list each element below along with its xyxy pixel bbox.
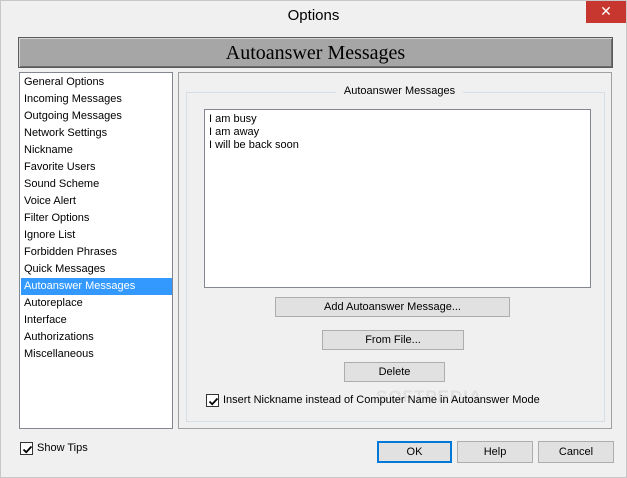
help-button[interactable]: Help xyxy=(457,441,533,463)
nav-item-incoming-messages[interactable]: Incoming Messages xyxy=(21,91,172,108)
nav-item-autoanswer-messages[interactable]: Autoanswer Messages xyxy=(21,278,172,295)
page-banner: Autoanswer Messages xyxy=(18,37,613,68)
options-dialog: Options ✕ Autoanswer Messages General Op… xyxy=(0,0,627,478)
list-item[interactable]: I am away xyxy=(209,126,586,139)
show-tips-option[interactable]: Show Tips xyxy=(20,441,120,457)
nav-item-network-settings[interactable]: Network Settings xyxy=(21,125,172,142)
page-title: Autoanswer Messages xyxy=(225,42,406,64)
nav-item-nickname[interactable]: Nickname xyxy=(21,142,172,159)
title-bar[interactable]: Options ✕ xyxy=(1,1,626,33)
autoanswer-message-list[interactable]: I am busy I am away I will be back soon xyxy=(204,109,591,288)
list-item[interactable]: I will be back soon xyxy=(209,139,586,152)
add-autoanswer-message-button[interactable]: Add Autoanswer Message... xyxy=(275,297,510,317)
close-icon: ✕ xyxy=(600,3,612,19)
ok-button[interactable]: OK xyxy=(377,441,452,463)
nav-item-interface[interactable]: Interface xyxy=(21,312,172,329)
checkmark-icon xyxy=(208,397,219,406)
nav-item-miscellaneous[interactable]: Miscellaneous xyxy=(21,346,172,363)
nav-item-quick-messages[interactable]: Quick Messages xyxy=(21,261,172,278)
show-tips-label: Show Tips xyxy=(37,442,88,454)
nav-item-ignore-list[interactable]: Ignore List xyxy=(21,227,172,244)
insert-nickname-option[interactable]: Insert Nickname instead of Computer Name… xyxy=(206,393,566,409)
list-item[interactable]: I am busy xyxy=(209,113,586,126)
show-tips-checkbox[interactable] xyxy=(20,442,33,455)
nav-item-forbidden-phrases[interactable]: Forbidden Phrases xyxy=(21,244,172,261)
nav-item-filter-options[interactable]: Filter Options xyxy=(21,210,172,227)
checkmark-icon xyxy=(22,445,33,454)
nav-item-general-options[interactable]: General Options xyxy=(21,74,172,91)
nav-item-voice-alert[interactable]: Voice Alert xyxy=(21,193,172,210)
insert-nickname-checkbox[interactable] xyxy=(206,394,219,407)
options-category-list[interactable]: General Options Incoming Messages Outgoi… xyxy=(19,72,173,429)
cancel-button[interactable]: Cancel xyxy=(538,441,614,463)
insert-nickname-label: Insert Nickname instead of Computer Name… xyxy=(223,394,540,406)
close-button[interactable]: ✕ xyxy=(586,1,626,23)
nav-item-authorizations[interactable]: Authorizations xyxy=(21,329,172,346)
nav-item-favorite-users[interactable]: Favorite Users xyxy=(21,159,172,176)
delete-button[interactable]: Delete xyxy=(344,362,445,382)
nav-item-sound-scheme[interactable]: Sound Scheme xyxy=(21,176,172,193)
from-file-button[interactable]: From File... xyxy=(322,330,464,350)
groupbox-title: Autoanswer Messages xyxy=(336,85,463,99)
nav-item-outgoing-messages[interactable]: Outgoing Messages xyxy=(21,108,172,125)
window-title: Options xyxy=(287,7,340,24)
nav-item-autoreplace[interactable]: Autoreplace xyxy=(21,295,172,312)
